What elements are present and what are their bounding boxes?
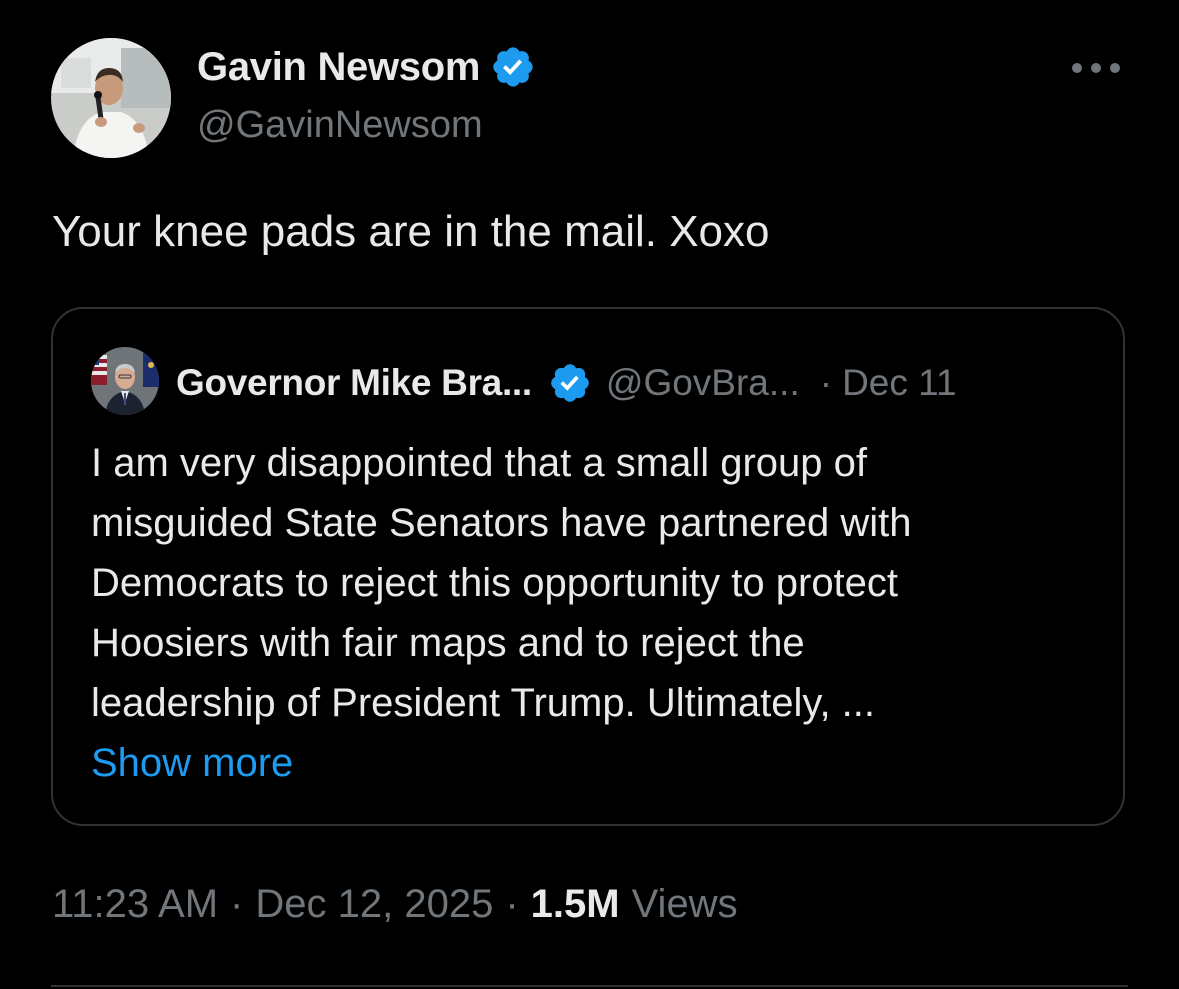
quoted-text-line: misguided State Senators have partnered …	[91, 501, 912, 545]
tweet-time[interactable]: 11:23 AM	[52, 882, 218, 927]
meta-separator: ·	[505, 882, 519, 926]
quoted-text-line: Democrats to reject this opportunity to …	[91, 561, 899, 605]
tweet-meta: 11:23 AM · Dec 12, 2025 · 1.5M Views	[52, 882, 738, 927]
views-label: Views	[631, 882, 738, 926]
tweet-text: Your knee pads are in the mail. Xoxo	[52, 207, 770, 256]
quoted-avatar-photo-icon	[91, 347, 159, 415]
verified-badge-icon[interactable]	[490, 44, 536, 90]
quoted-tweet-header: Governor Mike Bra... @GovBra... · Dec 11	[176, 359, 957, 407]
quoted-date: Dec 11	[842, 362, 957, 403]
quoted-separator: ·	[819, 362, 833, 403]
quoted-text-line: Hoosiers with fair maps and to reject th…	[91, 621, 805, 665]
meta-separator: ·	[230, 882, 244, 926]
quoted-author-handle: @GovBra...	[605, 362, 800, 403]
quoted-tweet-card[interactable]: Governor Mike Bra... @GovBra... · Dec 11…	[51, 307, 1125, 826]
ellipsis-icon	[1072, 63, 1120, 73]
author-name-row: Gavin Newsom	[197, 42, 536, 92]
tweet: Gavin Newsom @GavinNewsom Your knee pads…	[0, 0, 1179, 989]
quoted-text-line: leadership of President Trump. Ultimatel…	[91, 681, 876, 725]
more-options-button[interactable]	[1066, 50, 1126, 86]
tweet-date[interactable]: Dec 12, 2025	[255, 882, 493, 927]
quoted-text-line: I am very disappointed that a small grou…	[91, 441, 867, 485]
quoted-verified-badge-icon	[548, 361, 592, 405]
views-count: 1.5M	[530, 882, 620, 926]
show-more-link[interactable]: Show more	[91, 733, 293, 793]
quoted-author-avatar[interactable]	[91, 347, 159, 415]
author-name[interactable]: Gavin Newsom	[197, 45, 480, 90]
divider	[51, 985, 1128, 987]
author-avatar[interactable]	[51, 38, 171, 158]
avatar-photo-icon	[51, 38, 171, 158]
author-handle[interactable]: @GavinNewsom	[197, 104, 483, 147]
quoted-author-name: Governor Mike Bra...	[176, 362, 532, 403]
quoted-tweet-body: I am very disappointed that a small grou…	[91, 433, 1101, 793]
